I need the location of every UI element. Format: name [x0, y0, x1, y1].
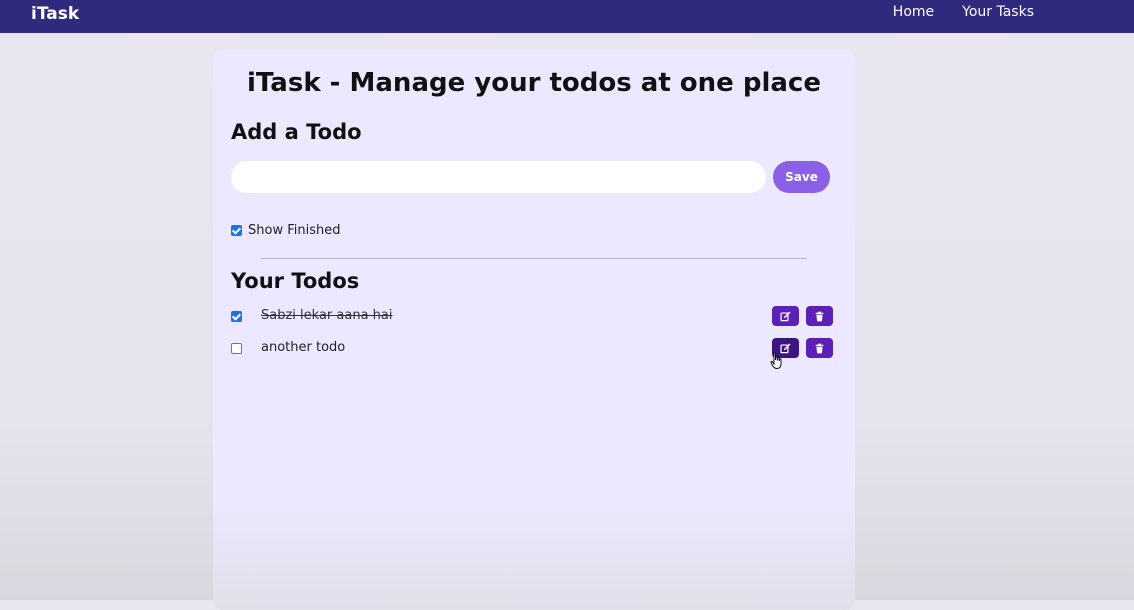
trash-icon: [815, 311, 824, 321]
save-button[interactable]: Save: [773, 161, 830, 193]
delete-button[interactable]: [806, 306, 833, 326]
todo-checkbox[interactable]: [231, 311, 242, 322]
your-todos-heading: Your Todos: [231, 269, 360, 293]
nav-link-your-tasks[interactable]: Your Tasks: [962, 4, 1034, 20]
todo-item: Sabzi lekar aana hai: [231, 306, 835, 328]
nav-links: Home Your Tasks: [893, 4, 1034, 20]
show-finished-label: Show Finished: [248, 223, 341, 238]
todo-input[interactable]: [231, 161, 766, 193]
todo-text: another todo: [261, 340, 346, 355]
show-finished-checkbox[interactable]: [231, 225, 242, 236]
add-todo-heading: Add a Todo: [231, 120, 362, 144]
trash-icon: [815, 343, 824, 353]
nav-link-home[interactable]: Home: [893, 4, 934, 20]
edit-icon: [780, 311, 791, 321]
edit-button[interactable]: [772, 306, 799, 326]
hand-cursor-icon: [770, 352, 782, 370]
top-navbar: iTask Home Your Tasks: [0, 0, 1134, 33]
todo-checkbox[interactable]: [231, 343, 242, 354]
divider: [261, 258, 807, 259]
page-title: iTask - Manage your todos at one place: [247, 68, 821, 98]
show-finished-toggle[interactable]: Show Finished: [231, 223, 340, 238]
brand-logo[interactable]: iTask: [31, 4, 79, 24]
delete-button[interactable]: [806, 338, 833, 358]
todo-text: Sabzi lekar aana hai: [261, 308, 393, 323]
todo-card: iTask - Manage your todos at one place A…: [213, 50, 855, 610]
todo-item: another todo: [231, 338, 835, 360]
